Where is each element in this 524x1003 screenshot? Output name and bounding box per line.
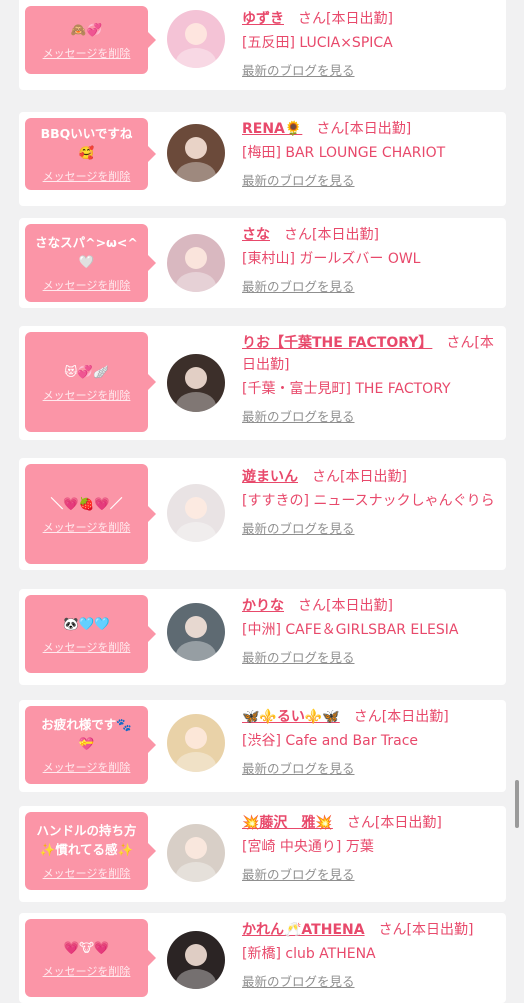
shop-name[interactable]: [五反田] LUCIA×SPICA (242, 32, 500, 54)
cast-info: ゆずき さん[本日出勤] [五反田] LUCIA×SPICA 最新のブログを見る (242, 8, 500, 79)
delete-message-link[interactable]: メッセージを削除 (43, 45, 131, 61)
delete-message-link[interactable]: メッセージを削除 (43, 387, 131, 403)
delete-message-link[interactable]: メッセージを削除 (43, 865, 131, 881)
name-line: さな さん[本日出勤] (242, 224, 500, 246)
name-line: りお【千葉THE FACTORY】 さん[本日出勤] (242, 332, 500, 376)
cast-info: かれん🥂ATHENA さん[本日出勤] [新橋] club ATHENA 最新のブロ… (242, 919, 500, 990)
message-text: 😻💞🪽 (64, 363, 109, 379)
message-text: さなスパ^>ω<^ 🤍 (35, 235, 138, 269)
message-text: ハンドルの持ち方 ✨慣れてる感✨ (36, 823, 137, 857)
cast-info: かりな さん[本日出勤] [中洲] CAFE＆GIRLSBAR ELESIA 最新の… (242, 595, 500, 666)
message-card: ハンドルの持ち方 ✨慣れてる感✨ メッセージを削除 💥藤沢 雅💥 さん[本日出勤][… (19, 806, 506, 902)
message-card: 💗🐮💗 メッセージを削除 かれん🥂ATHENA さん[本日出勤] [新橋] club … (19, 913, 506, 1003)
message-text: 💗🐮💗 (63, 939, 110, 955)
cast-info: RENA🌻 さん[本日出勤] [梅田] BAR LOUNGE CHARIOT 最新の… (242, 118, 500, 189)
name-line: RENA🌻 さん[本日出勤] (242, 118, 500, 140)
attendance-status: さん[本日出勤] (284, 227, 379, 243)
name-line: ゆずき さん[本日出勤] (242, 8, 500, 30)
photo-avatar[interactable] (167, 354, 225, 412)
name-line: かれん🥂ATHENA さん[本日出勤] (242, 919, 500, 941)
message-bubble: BBQいいですね 🥰 メッセージを削除 (25, 118, 156, 190)
attendance-status: さん[本日出勤] (353, 709, 449, 725)
shop-name[interactable]: [宮崎 中央通り] 万葉 (242, 836, 500, 858)
photo-avatar[interactable] (167, 603, 225, 661)
shop-name[interactable]: [梅田] BAR LOUNGE CHARIOT (242, 142, 500, 164)
message-bubble: ハンドルの持ち方 ✨慣れてる感✨ メッセージを削除 (25, 812, 156, 890)
name-line: 💥藤沢 雅💥 さん[本日出勤] (242, 812, 500, 834)
cast-name-link[interactable]: かれん🥂ATHENA (242, 922, 365, 938)
cast-info: 🦋⚜️るい⚜️🦋 さん[本日出勤] [渋谷] Cafe and Bar Trace… (242, 706, 500, 777)
name-line: 🦋⚜️るい⚜️🦋 さん[本日出勤] (242, 706, 500, 728)
cast-name-link[interactable]: 💥藤沢 雅💥 (242, 815, 333, 831)
message-card: 🙈💞 メッセージを削除 ゆずき さん[本日出勤] [五反田] LUCIA×SPICA 最… (19, 0, 506, 90)
scrollbar[interactable] (515, 780, 519, 828)
cast-name-link[interactable]: りお【千葉THE FACTORY】 (242, 335, 432, 351)
cast-info: りお【千葉THE FACTORY】 さん[本日出勤] [千葉・富士見町] THE … (242, 332, 500, 425)
cast-name-link[interactable]: 遊まいん (242, 469, 298, 485)
message-card: お疲れ様です🐾 💝 メッセージを削除 🦋⚜️るい⚜️🦋 さん[本日出勤] [渋谷] C… (19, 700, 506, 792)
mustache-avatar[interactable] (167, 234, 225, 292)
photo-avatar[interactable] (167, 484, 225, 542)
cast-name-link[interactable]: さな (242, 227, 270, 243)
shop-name[interactable]: [千葉・富士見町] THE FACTORY (242, 378, 500, 400)
delete-message-link[interactable]: メッセージを削除 (43, 759, 131, 775)
attendance-status: さん[本日出勤] (312, 469, 407, 485)
message-card: BBQいいですね 🥰 メッセージを削除 RENA🌻 さん[本日出勤] [梅田] BAR… (19, 112, 506, 206)
shop-name[interactable]: [中洲] CAFE＆GIRLSBAR ELESIA (242, 619, 500, 641)
message-bubble: さなスパ^>ω<^ 🤍 メッセージを削除 (25, 224, 156, 302)
latest-blog-link[interactable]: 最新のブログを見る (242, 60, 500, 79)
attendance-status: さん[本日出勤] (298, 598, 393, 614)
message-card: 🐼🩵🩵 メッセージを削除 かりな さん[本日出勤] [中洲] CAFE＆GIRLSBA… (19, 589, 506, 685)
shop-name[interactable]: [新橋] club ATHENA (242, 943, 500, 965)
latest-blog-link[interactable]: 最新のブログを見る (242, 170, 500, 189)
anime-avatar[interactable] (167, 10, 225, 68)
photo-avatar[interactable] (167, 124, 225, 182)
name-line: 遊まいん さん[本日出勤] (242, 466, 500, 488)
latest-blog-link[interactable]: 最新のブログを見る (242, 647, 500, 666)
cast-name-link[interactable]: かりな (242, 598, 284, 614)
attendance-status: さん[本日出勤] (298, 11, 393, 27)
message-card: ＼💗🍓💗／ メッセージを削除 遊まいん さん[本日出勤] [すすきの] ニュースナック… (19, 458, 506, 570)
message-card: 😻💞🪽 メッセージを削除 りお【千葉THE FACTORY】 さん[本日出勤] [千葉… (19, 326, 506, 440)
cast-name-link[interactable]: 🦋⚜️るい⚜️🦋 (242, 709, 340, 725)
attendance-status: さん[本日出勤] (316, 121, 412, 137)
message-text: ＼💗🍓💗／ (50, 495, 123, 511)
message-bubble: 😻💞🪽 メッセージを削除 (25, 332, 156, 432)
delete-message-link[interactable]: メッセージを削除 (43, 639, 131, 655)
latest-blog-link[interactable]: 最新のブログを見る (242, 758, 500, 777)
latest-blog-link[interactable]: 最新のブログを見る (242, 518, 500, 537)
latest-blog-link[interactable]: 最新のブログを見る (242, 864, 500, 883)
message-text: 🐼🩵🩵 (63, 615, 110, 631)
shop-name[interactable]: [すすきの] ニュースナックしゃんぐりら (242, 490, 500, 512)
cast-name-link[interactable]: RENA🌻 (242, 121, 302, 137)
shop-name[interactable]: [東村山] ガールズバー OWL (242, 248, 500, 270)
cast-name-link[interactable]: ゆずき (242, 11, 284, 27)
cast-info: さな さん[本日出勤] [東村山] ガールズバー OWL 最新のブログを見る (242, 224, 500, 295)
delete-message-link[interactable]: メッセージを削除 (43, 277, 131, 293)
latest-blog-link[interactable]: 最新のブログを見る (242, 971, 500, 990)
delete-message-link[interactable]: メッセージを削除 (43, 963, 131, 979)
message-bubble: 🙈💞 メッセージを削除 (25, 6, 156, 74)
attendance-status: さん[本日出勤] (378, 922, 474, 938)
cast-info: 💥藤沢 雅💥 さん[本日出勤] [宮崎 中央通り] 万葉 最新のブログを見る (242, 812, 500, 883)
message-bubble: ＼💗🍓💗／ メッセージを削除 (25, 464, 156, 564)
delete-message-link[interactable]: メッセージを削除 (43, 168, 131, 184)
delete-message-link[interactable]: メッセージを削除 (43, 519, 131, 535)
shop-name[interactable]: [渋谷] Cafe and Bar Trace (242, 730, 500, 752)
cast-info: 遊まいん さん[本日出勤] [すすきの] ニュースナックしゃんぐりら 最新のブログを… (242, 466, 500, 537)
message-bubble: お疲れ様です🐾 💝 メッセージを削除 (25, 706, 156, 784)
message-bubble: 🐼🩵🩵 メッセージを削除 (25, 595, 156, 673)
attendance-status: さん[本日出勤] (346, 815, 442, 831)
message-text: お疲れ様です🐾 💝 (41, 717, 132, 751)
name-line: かりな さん[本日出勤] (242, 595, 500, 617)
latest-blog-link[interactable]: 最新のブログを見る (242, 406, 500, 425)
message-text: BBQいいですね 🥰 (40, 126, 133, 160)
photo-avatar[interactable] (167, 824, 225, 882)
message-bubble: 💗🐮💗 メッセージを削除 (25, 919, 156, 997)
photo-avatar[interactable] (167, 714, 225, 772)
photo-avatar[interactable] (167, 931, 225, 989)
message-card: さなスパ^>ω<^ 🤍 メッセージを削除 さな さん[本日出勤] [東村山] ガールズ… (19, 218, 506, 308)
latest-blog-link[interactable]: 最新のブログを見る (242, 276, 500, 295)
message-text: 🙈💞 (70, 21, 103, 37)
